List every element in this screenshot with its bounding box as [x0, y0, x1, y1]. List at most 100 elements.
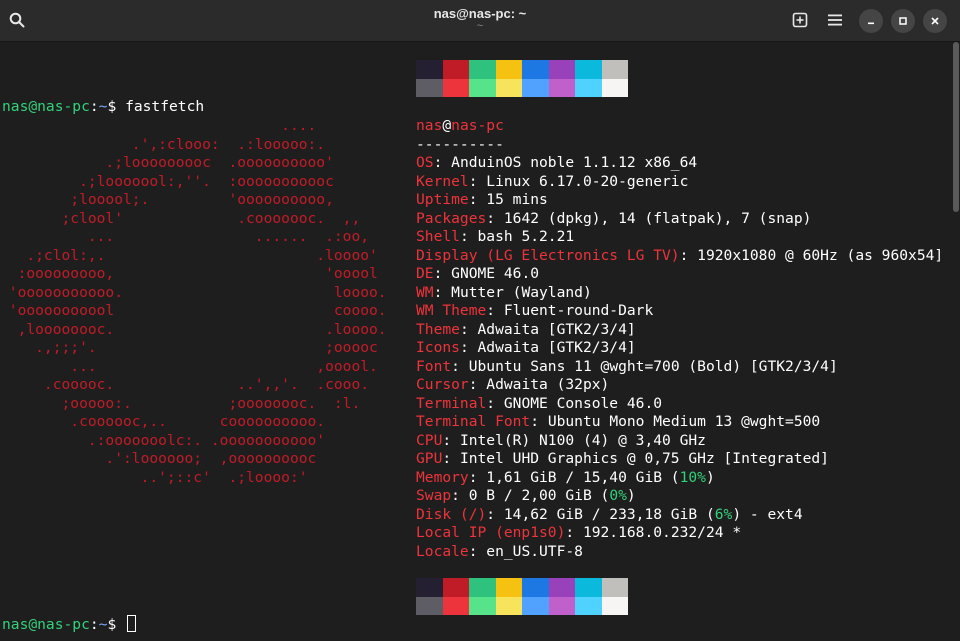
info-value-percent: 10% — [679, 468, 706, 486]
close-button[interactable] — [923, 9, 947, 33]
hamburger-menu-icon — [828, 14, 842, 26]
palette-swatch — [601, 78, 628, 97]
info-key: Disk (/) — [416, 505, 487, 523]
color-palette-bottom — [416, 578, 628, 615]
new-tab-button[interactable] — [785, 5, 815, 35]
info-key-separator: : — [486, 209, 504, 227]
logo-line: ... ...... .:oo, — [0, 228, 370, 245]
palette-swatch — [522, 596, 549, 615]
maximize-button[interactable] — [891, 9, 915, 33]
info-key-separator: : — [451, 487, 469, 504]
palette-swatch — [495, 60, 522, 79]
info-key: Cursor — [416, 376, 469, 393]
info-line: Icons: Adwaita [GTK2/3/4] — [416, 339, 636, 358]
info-value: bash 5.2.21 — [477, 228, 575, 245]
info-line: Swap: 0 B / 2,00 GiB (0%) — [416, 487, 636, 506]
info-value: GNOME 46.0 — [451, 265, 540, 282]
palette-swatch — [469, 78, 496, 97]
info-key-separator: : — [679, 246, 698, 264]
palette-swatch — [416, 596, 443, 615]
palette-swatch — [601, 60, 628, 79]
user-host-line: nas@nas-pc — [416, 117, 504, 136]
palette-swatch — [416, 78, 443, 97]
palette-swatch — [495, 596, 522, 615]
logo-line: ... ,ooool. — [0, 357, 378, 375]
info-value: Fluent-round-Dark — [503, 302, 654, 319]
logo-line: ,loooooooc. .loooo. — [0, 320, 387, 338]
info-value: Adwaita [GTK2/3/4] — [477, 320, 636, 338]
logo-line: ;looool;. 'oooooooooo, — [0, 191, 334, 208]
info-key-separator: : — [442, 431, 460, 449]
info-key-separator: : — [468, 172, 487, 190]
palette-swatch — [495, 578, 522, 597]
info-user: nas — [416, 117, 443, 134]
info-key: Display (LG Electronics LG TV) — [416, 246, 680, 264]
info-key: GPU — [416, 450, 443, 467]
new-tab-icon — [792, 12, 808, 28]
terminal-window: nas@nas-pc: ~ ~ nas@nas-pc:~$ fastfetch … — [0, 0, 960, 641]
logo-line: .;looooooooc .oooooooooo' — [0, 154, 334, 171]
info-value: 1,61 GiB / 15,40 GiB ( — [486, 468, 680, 486]
info-key: CPU — [416, 431, 443, 449]
info-key: Shell — [416, 228, 460, 245]
info-value: GNOME Console 46.0 — [503, 394, 663, 412]
palette-swatch — [522, 578, 549, 597]
close-icon — [931, 17, 939, 25]
scrollbar[interactable] — [953, 42, 959, 212]
logo-line: ;ooooo:. ;oooooooc. :l. — [0, 394, 361, 412]
palette-swatch — [575, 60, 602, 79]
palette-swatch — [416, 60, 443, 79]
palette-swatch — [575, 596, 602, 615]
info-at: @ — [442, 117, 452, 134]
prompt-symbol: $ — [107, 98, 117, 115]
command-text: fastfetch — [125, 98, 205, 115]
palette-swatch — [575, 78, 602, 97]
palette-swatch — [442, 596, 469, 615]
terminal-output[interactable]: nas@nas-pc:~$ fastfetch .... .',:clooo: … — [0, 42, 960, 641]
header-bar: nas@nas-pc: ~ ~ — [0, 0, 960, 42]
palette-swatch — [442, 78, 469, 97]
info-value: 1920x1080 @ 60Hz (as 960x54] — [697, 246, 944, 264]
palette-swatch — [601, 596, 628, 615]
info-value: 192.168.0.232/24 * — [582, 524, 742, 541]
info-line: Packages: 1642 (dpkg), 14 (flatpak), 7 (… — [416, 210, 811, 229]
palette-swatch — [548, 78, 575, 97]
logo-line: ;clool' .cooooooc. ,, — [0, 209, 361, 227]
prompt-symbol: $ — [107, 616, 117, 633]
logo-line: .',:clooo: .:looooo:. — [0, 135, 326, 153]
palette-swatch — [442, 60, 469, 79]
prompt-separator: : — [89, 98, 99, 115]
info-line: WM Theme: Fluent-round-Dark — [416, 302, 653, 321]
logo-line: :ooooooooo, 'ooool — [0, 265, 378, 282]
palette-swatch — [548, 578, 575, 597]
palette-swatch — [522, 78, 549, 97]
info-key: Local IP (enp1s0) — [416, 524, 566, 541]
info-value: Adwaita [GTK2/3/4] — [477, 339, 636, 356]
info-line: Cursor: Adwaita (32px) — [416, 376, 609, 395]
palette-swatch — [522, 60, 549, 79]
palette-swatch — [416, 578, 443, 597]
info-key-separator: : — [459, 339, 478, 356]
prompt-separator: : — [89, 616, 99, 633]
info-key-separator: : — [442, 450, 460, 467]
info-key: Uptime — [416, 191, 469, 208]
info-key-separator: : — [530, 413, 548, 430]
minimize-button[interactable] — [859, 9, 883, 33]
info-key-separator: : — [486, 394, 504, 412]
window-subtitle: ~ — [476, 20, 484, 32]
palette-swatch — [548, 60, 575, 79]
info-key-separator: : — [486, 302, 504, 319]
info-value-percent: 6% — [714, 505, 733, 523]
prompt-user: nas@nas-pc — [2, 98, 90, 115]
info-key-separator: : — [433, 265, 452, 282]
info-line: Uptime: 15 mins — [416, 191, 548, 210]
logo-line: .;looooool:,''. :ooooooooooc — [0, 172, 334, 190]
logo-line: .,;;;'. ;ooooc — [0, 339, 378, 356]
info-key: OS — [416, 154, 434, 171]
maximize-icon — [899, 17, 907, 25]
info-key: Font — [416, 357, 452, 375]
info-key-separator: : — [459, 228, 478, 245]
info-value: Intel UHD Graphics @ 0,75 GHz [Integrate… — [459, 450, 829, 467]
info-host: nas-pc — [451, 117, 504, 134]
main-menu-button[interactable] — [820, 5, 850, 35]
